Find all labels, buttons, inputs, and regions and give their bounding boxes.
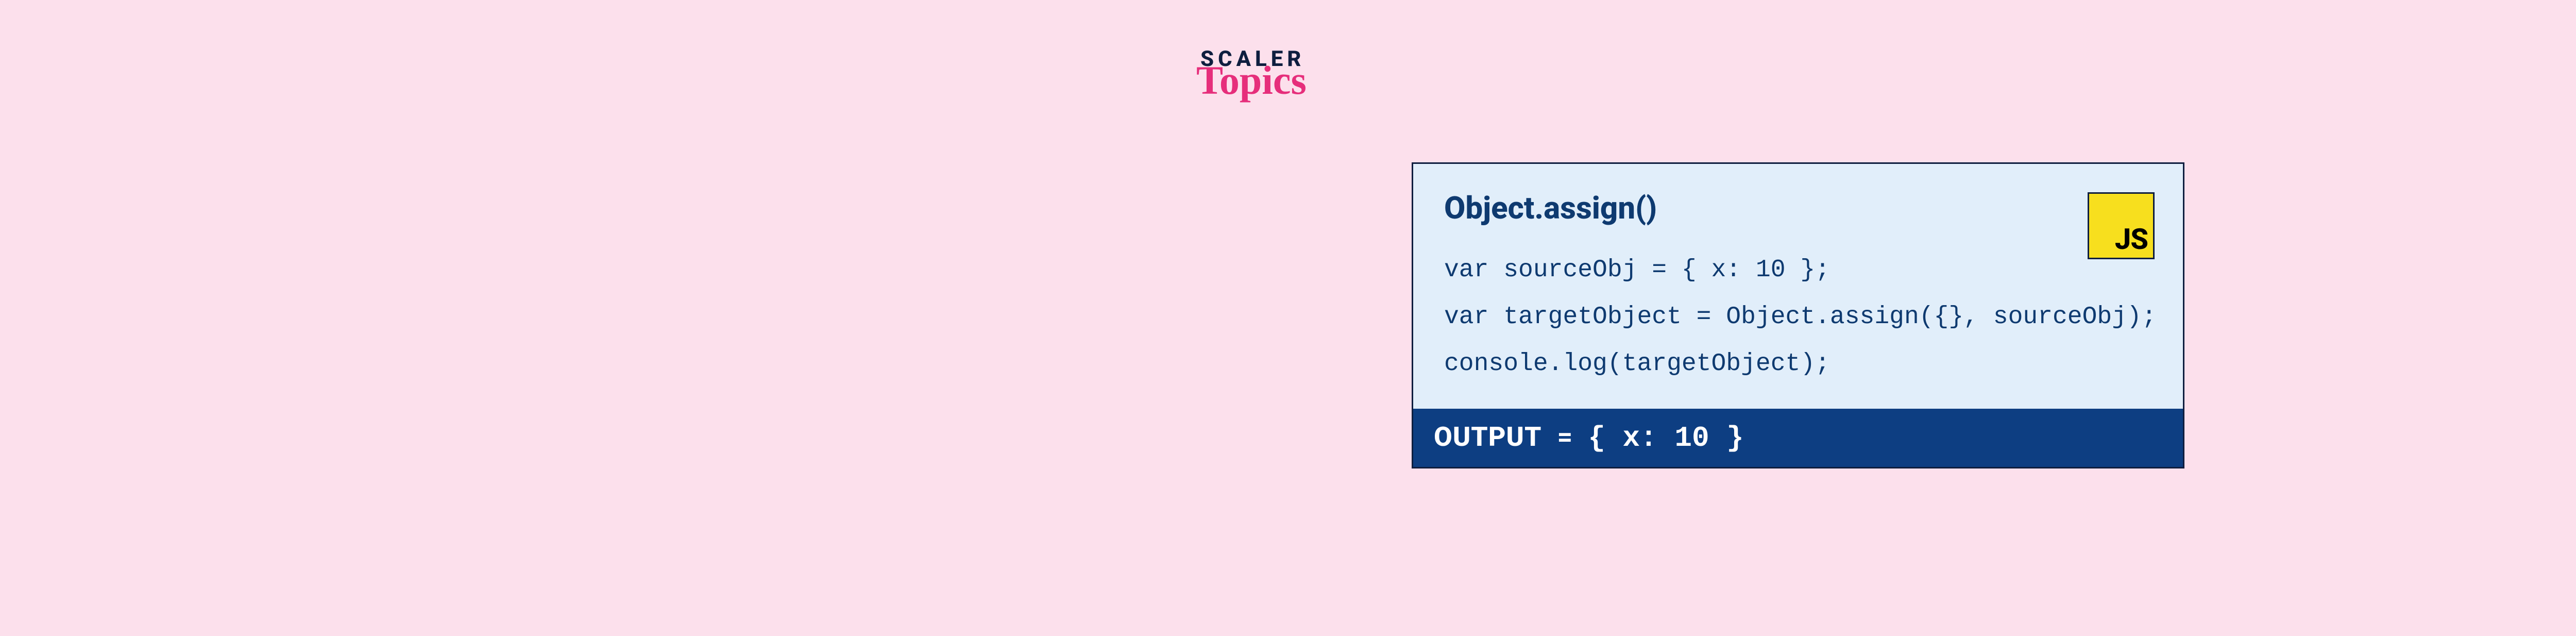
card-body: JS Object.assign() var sourceObj = { x: …: [1413, 164, 2183, 409]
code-card: JS Object.assign() var sourceObj = { x: …: [1412, 162, 2184, 468]
output-label: OUTPUT: [1434, 421, 1541, 453]
output-value: { x: 10 }: [1588, 422, 1743, 455]
code-line-1: var sourceObj = { x: 10 };: [1444, 247, 2152, 294]
code-line-3: console.log(targetObject);: [1444, 341, 2152, 388]
output-bar: OUTPUT = { x: 10 }: [1413, 409, 2183, 467]
js-badge-text: JS: [2115, 225, 2148, 254]
code-line-2: var targetObject = Object.assign({}, sou…: [1444, 294, 2152, 341]
card-title: Object.assign(): [1444, 190, 2152, 226]
logo-line2: Topics: [1196, 64, 1376, 96]
scaler-topics-logo: SCALER Topics: [1200, 46, 1376, 96]
output-equals: =: [1557, 421, 1572, 453]
javascript-badge: JS: [2088, 192, 2155, 259]
